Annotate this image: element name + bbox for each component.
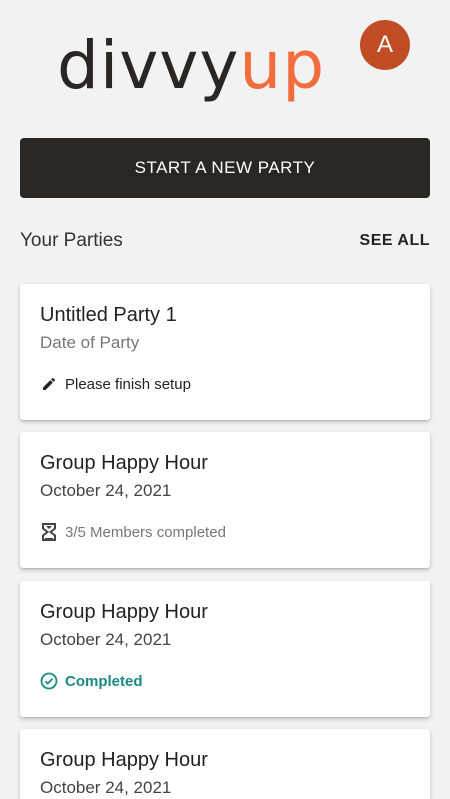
party-title: Untitled Party 1 xyxy=(40,304,177,326)
party-card[interactable]: Group Happy Hour October 24, 2021 3/5 Me… xyxy=(20,432,430,568)
start-new-party-button[interactable]: START A NEW PARTY xyxy=(20,138,430,198)
party-status: Completed xyxy=(40,672,410,690)
party-date: October 24, 2021 xyxy=(40,481,172,500)
app-header: divvyup A xyxy=(0,0,450,125)
party-card[interactable]: Group Happy Hour October 24, 2021 xyxy=(20,729,430,799)
parties-section-header: Your Parties SEE ALL xyxy=(20,230,430,252)
party-status-text: Please finish setup xyxy=(65,375,191,393)
party-date: October 24, 2021 xyxy=(40,778,172,797)
see-all-link[interactable]: SEE ALL xyxy=(360,232,430,250)
pencil-icon xyxy=(40,375,58,393)
section-title: Your Parties xyxy=(20,230,123,251)
logo-text-primary: divvy xyxy=(57,27,240,104)
party-date: Date of Party xyxy=(40,333,140,352)
avatar-initial: A xyxy=(376,31,393,58)
logo-text-accent: up xyxy=(239,27,326,104)
party-card[interactable]: Group Happy Hour October 24, 2021 Comple… xyxy=(20,581,430,717)
party-status: Please finish setup xyxy=(40,375,410,393)
party-title: Group Happy Hour xyxy=(40,749,208,771)
party-card[interactable]: Untitled Party 1 Date of Party Please fi… xyxy=(20,284,430,420)
check-circle-icon xyxy=(40,672,58,690)
party-status-text: Completed xyxy=(65,672,143,690)
divvyup-logo: divvyup xyxy=(57,33,325,99)
party-title: Group Happy Hour xyxy=(40,452,208,474)
party-date: October 24, 2021 xyxy=(40,630,172,649)
party-status-text: 3/5 Members completed xyxy=(65,523,226,541)
party-title: Group Happy Hour xyxy=(40,601,208,623)
hourglass-icon xyxy=(40,523,58,541)
party-status: 3/5 Members completed xyxy=(40,523,410,541)
user-avatar[interactable]: A xyxy=(360,20,410,70)
